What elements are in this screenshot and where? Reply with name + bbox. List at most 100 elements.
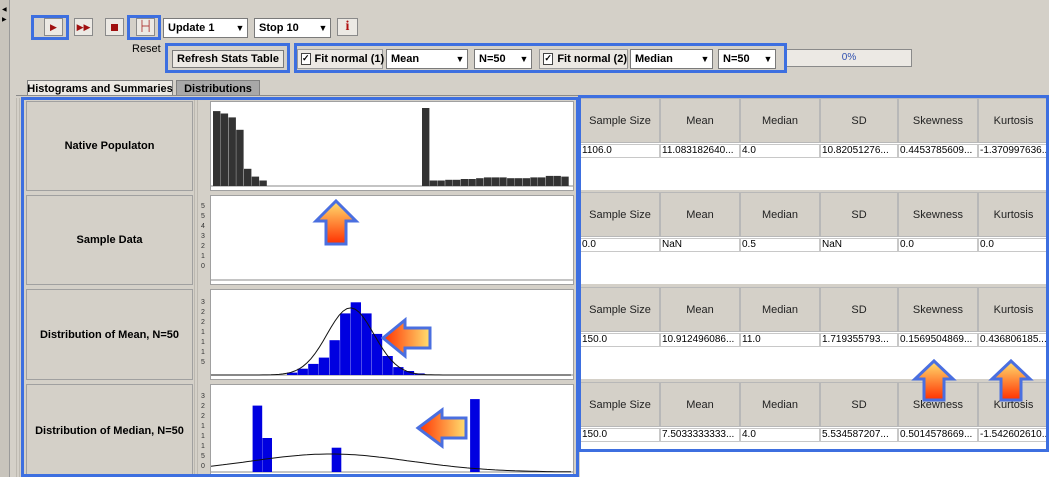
table-cell[interactable]: 5.534587207... xyxy=(820,428,898,442)
table-cell[interactable]: -1.370997636... xyxy=(978,144,1049,158)
fit-normal-1-label: Fit normal (1) xyxy=(314,53,385,65)
fit1-stat-select[interactable]: Mean ▼ xyxy=(386,49,468,69)
stop-select[interactable]: Stop 10 ▼ xyxy=(254,18,331,38)
column-header[interactable]: Mean xyxy=(660,98,740,143)
tab-histograms-label: Histograms and Summaries xyxy=(27,82,173,95)
table-cell[interactable]: 0.5 xyxy=(740,238,820,252)
table-cell[interactable]: 0.1569504869... xyxy=(898,333,978,347)
ticks-row-1: 5 5 4 3 2 1 0 xyxy=(201,202,210,272)
tick-label: 2 xyxy=(201,413,205,420)
collapse-left-icon[interactable]: ◀ xyxy=(2,6,7,13)
column-header[interactable]: Sample Size xyxy=(580,287,660,332)
tick-label: 2 xyxy=(201,319,205,326)
table-cell[interactable]: 11.083182640... xyxy=(660,144,740,158)
column-header[interactable]: Kurtosis xyxy=(978,98,1049,143)
progress-text: 0% xyxy=(841,52,857,63)
histogram-distribution-of-median xyxy=(210,384,574,477)
fit2-n-value: N=50 xyxy=(723,53,750,65)
fit-normal-2-checkbox[interactable]: ✓ Fit normal (2) xyxy=(539,49,628,69)
refresh-stats-button[interactable]: Refresh Stats Table xyxy=(172,50,284,68)
row-1-label: Sample Data xyxy=(76,234,143,246)
stop-icon xyxy=(111,23,118,31)
expand-right-icon[interactable]: ▶ xyxy=(2,16,7,23)
table-cell[interactable]: 0.436806185... xyxy=(978,333,1049,347)
column-header[interactable]: Sample Size xyxy=(580,98,660,143)
vertical-divider[interactable] xyxy=(194,98,200,477)
column-header[interactable]: Skewness xyxy=(898,287,978,332)
histogram-native-population xyxy=(210,101,574,191)
table-cell[interactable]: 10.912496086... xyxy=(660,333,740,347)
column-header[interactable]: Median xyxy=(740,287,820,332)
column-header[interactable]: SD xyxy=(820,382,898,427)
column-header[interactable]: Sample Size xyxy=(580,382,660,427)
column-header[interactable]: SD xyxy=(820,287,898,332)
histogram-bar xyxy=(340,313,351,375)
table-cell[interactable]: 11.0 xyxy=(740,333,820,347)
column-header[interactable]: Skewness xyxy=(898,192,978,237)
table-cell[interactable]: 0.0 xyxy=(898,238,978,252)
histogram-bar xyxy=(308,363,319,375)
table-cell[interactable]: 4.0 xyxy=(740,144,820,158)
table-cell[interactable]: 1.719355793... xyxy=(820,333,898,347)
column-header[interactable]: Skewness xyxy=(898,98,978,143)
table-cell[interactable]: 4.0 xyxy=(740,428,820,442)
table-cell[interactable]: 150.0 xyxy=(580,428,660,442)
column-header[interactable]: Kurtosis xyxy=(978,287,1049,332)
stats-table-distribution-of-mean: Sample Size 150.0 Mean 10.912496086... Media… xyxy=(580,287,1049,379)
histogram-svg xyxy=(211,279,573,281)
table-cell[interactable]: 0.4453785609... xyxy=(898,144,978,158)
play-button[interactable]: ▶ xyxy=(44,18,63,36)
tab-histograms-and-summaries[interactable]: Histograms and Summaries xyxy=(27,80,173,96)
info-button[interactable]: i xyxy=(337,18,358,36)
table-cell[interactable]: 1106.0 xyxy=(580,144,660,158)
update-select[interactable]: Update 1 ▼ xyxy=(163,18,248,38)
histogram-bar xyxy=(236,129,244,186)
column-header[interactable]: Median xyxy=(740,192,820,237)
fit2-stat-select[interactable]: Median ▼ xyxy=(630,49,713,69)
table-cell[interactable]: 0.0 xyxy=(978,238,1049,252)
fit2-n-select[interactable]: N=50 ▼ xyxy=(718,49,776,69)
row-label-distribution-of-mean: Distribution of Mean, N=50 xyxy=(26,289,193,380)
chevron-down-icon: ▼ xyxy=(235,23,245,33)
tick-label: 5 xyxy=(201,213,205,220)
table-cell[interactable]: -1.542602610... xyxy=(978,428,1049,442)
reset-label[interactable]: Reset xyxy=(132,43,161,55)
fit-normal-2-label: Fit normal (2) xyxy=(557,53,627,65)
column-header[interactable]: Kurtosis xyxy=(978,382,1049,427)
fast-forward-button[interactable]: ▶▶ xyxy=(74,18,93,36)
column-header[interactable]: Mean xyxy=(660,287,740,332)
play-icon: ▶ xyxy=(50,21,57,32)
tick-label: 1 xyxy=(201,433,205,440)
table-cell[interactable]: 150.0 xyxy=(580,333,660,347)
column-header[interactable]: Median xyxy=(740,382,820,427)
histogram-bar xyxy=(561,176,569,186)
reset-to-start-button[interactable]: ├┤ xyxy=(136,18,155,36)
column-header[interactable]: Mean xyxy=(660,192,740,237)
column-header[interactable]: Kurtosis xyxy=(978,192,1049,237)
column-header[interactable]: Median xyxy=(740,98,820,143)
table-cell[interactable]: 0.0 xyxy=(580,238,660,252)
table-cell[interactable]: NaN xyxy=(820,238,898,252)
tick-label: 4 xyxy=(201,223,205,230)
table-cell[interactable]: 10.82051276... xyxy=(820,144,898,158)
tick-label: 5 xyxy=(201,359,205,366)
histogram-bar xyxy=(329,340,340,375)
column-header[interactable]: Sample Size xyxy=(580,192,660,237)
tick-label: 5 xyxy=(201,453,205,460)
tick-label: 3 xyxy=(201,299,205,306)
chevron-down-icon: ▼ xyxy=(318,23,328,33)
tab-distributions[interactable]: Distributions xyxy=(176,80,260,96)
splitter-handle[interactable]: ◀ ▶ xyxy=(0,0,10,477)
column-header[interactable]: Skewness xyxy=(898,382,978,427)
stats-table-native-population: Sample Size 1106.0 Mean 11.083182640... Medi… xyxy=(580,98,1049,190)
histogram-bar xyxy=(499,177,507,186)
column-header[interactable]: Mean xyxy=(660,382,740,427)
fit-normal-1-checkbox[interactable]: ✓ Fit normal (1) xyxy=(297,49,385,69)
table-cell[interactable]: 0.5014578669... xyxy=(898,428,978,442)
column-header[interactable]: SD xyxy=(820,192,898,237)
fit1-n-select[interactable]: N=50 ▼ xyxy=(474,49,532,69)
table-cell[interactable]: NaN xyxy=(660,238,740,252)
table-cell[interactable]: 7.5033333333... xyxy=(660,428,740,442)
column-header[interactable]: SD xyxy=(820,98,898,143)
stop-button[interactable] xyxy=(105,18,124,36)
